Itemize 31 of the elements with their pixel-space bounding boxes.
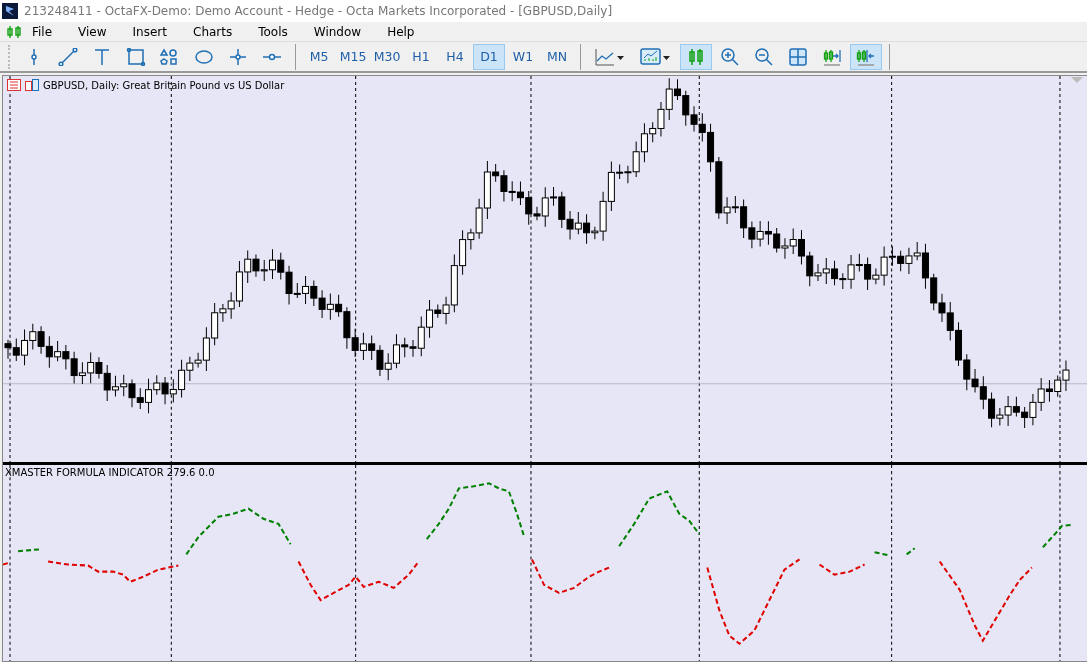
indicator-line	[1042, 523, 1073, 548]
window-title: 213248411 - OctaFX-Demo: Demo Account - Hedge - Octa Markets Incorporated - [GBPUSD,Daily]	[24, 4, 613, 18]
indicator-line	[906, 547, 916, 556]
timeframe-button[interactable]: M30	[371, 43, 403, 70]
indicator-line	[874, 551, 890, 557]
triangle-icon	[1071, 77, 1083, 83]
app-logo-icon	[2, 3, 18, 19]
chart-title: GBPUSD, Daily: Great Britain Pound vs US Dollar	[43, 79, 285, 91]
chart-window-icon	[25, 79, 39, 91]
candlestick-icon	[6, 24, 22, 39]
indicator-line	[3, 561, 11, 566]
menu-item[interactable]: Help	[387, 24, 415, 39]
indicator-line	[17, 548, 41, 553]
menu-item[interactable]: File	[32, 24, 53, 39]
indicator-line	[818, 563, 866, 576]
timeframe-button[interactable]: M5	[303, 43, 335, 70]
timeframe-button[interactable]: D1	[473, 43, 505, 70]
timeframe-button[interactable]: H1	[405, 43, 437, 70]
list-icon	[7, 79, 21, 91]
indicator-label: XMASTER FORMULA INDICATOR 279.6 0.0	[5, 467, 215, 478]
timeframe-button[interactable]: M15	[337, 43, 369, 70]
timeframe-button[interactable]: H4	[439, 43, 471, 70]
menu-item[interactable]: Tools	[258, 24, 288, 39]
menu-item[interactable]: View	[78, 24, 107, 39]
menu-item[interactable]: Window	[313, 24, 362, 39]
candles-icon[interactable]	[680, 43, 712, 70]
autoscroll-icon[interactable]	[850, 43, 882, 70]
menu-item[interactable]: Insert	[132, 24, 167, 39]
menu-item[interactable]: Charts	[193, 24, 233, 39]
timeframe-button[interactable]: W1	[507, 43, 539, 70]
timeframe-button[interactable]: MN	[541, 43, 573, 70]
